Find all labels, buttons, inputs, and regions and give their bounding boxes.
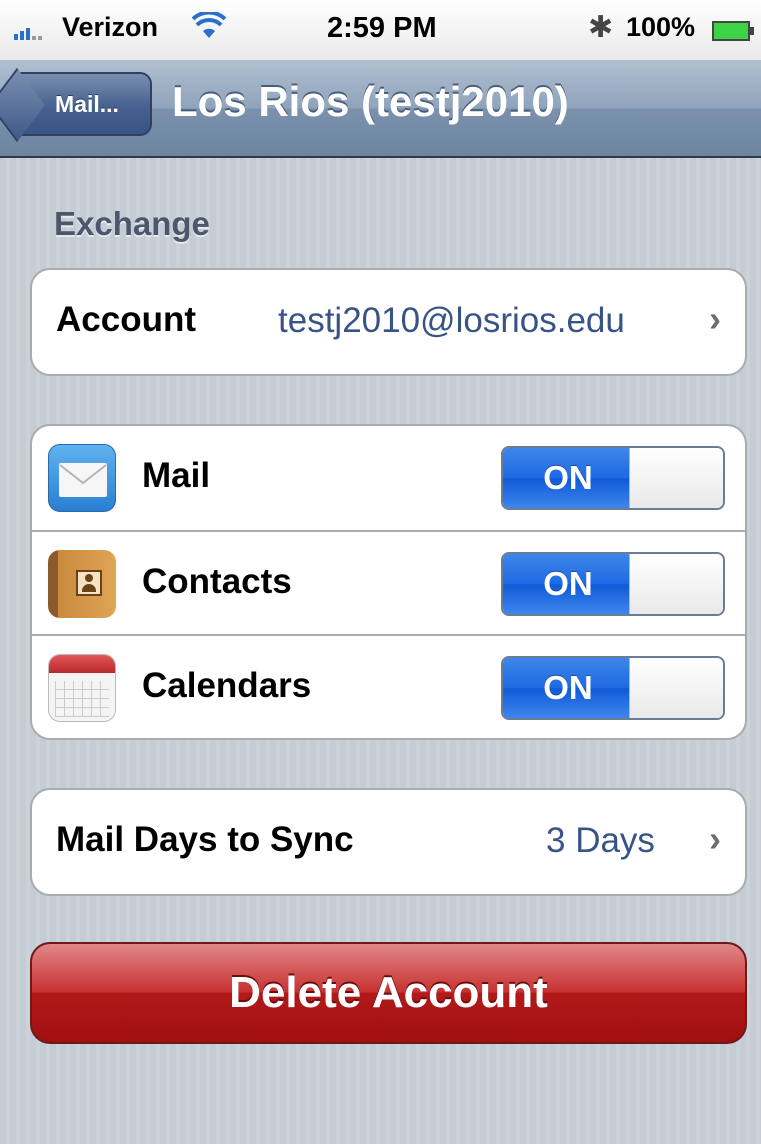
mail-toggle-knob (629, 448, 723, 508)
status-time: 2:59 PM (327, 12, 437, 44)
chevron-right-icon: › (709, 818, 721, 859)
calendars-toggle-knob (629, 658, 723, 718)
delete-account-button[interactable]: Delete Account (30, 942, 747, 1044)
back-button-label: Mail... (55, 90, 119, 117)
calendars-toggle[interactable]: ON (501, 656, 725, 720)
battery-tip (750, 27, 754, 35)
calendars-label: Calendars (142, 666, 312, 705)
contacts-toggle-knob (629, 554, 723, 614)
mail-days-label: Mail Days to Sync (56, 820, 354, 859)
contacts-toggle-state: ON (503, 554, 633, 614)
mail-icon (48, 444, 116, 512)
section-header: Exchange (54, 205, 210, 242)
battery-percent: 100% (626, 12, 696, 42)
mail-toggle[interactable]: ON (501, 446, 725, 510)
back-button[interactable]: Mail... (16, 72, 152, 136)
mail-label: Mail (142, 456, 211, 495)
calendars-toggle-row: Calendars ON (32, 634, 745, 738)
battery-icon (712, 21, 750, 41)
contacts-label: Contacts (142, 562, 292, 601)
contacts-icon (48, 550, 116, 618)
status-bar: Verizon 2:59 PM ✱ 100% (0, 0, 761, 60)
mail-days-value: 3 Days (546, 821, 655, 860)
mail-toggle-row: Mail ON (32, 426, 745, 530)
chevron-right-icon: › (709, 298, 721, 339)
account-value: testj2010@losrios.edu (278, 301, 625, 340)
calendar-icon (48, 654, 116, 722)
calendars-toggle-state: ON (503, 658, 633, 718)
sync-toggles-group: Mail ON Contacts ON Calendars ON (30, 424, 747, 740)
wifi-icon (191, 10, 227, 47)
account-label: Account (56, 300, 196, 339)
carrier-name: Verizon (62, 12, 159, 42)
contacts-toggle-row: Contacts ON (32, 530, 745, 634)
bluetooth-icon: ✱ (588, 11, 614, 44)
signal-bars-icon (14, 28, 42, 40)
mail-toggle-state: ON (503, 448, 633, 508)
mail-days-group: Mail Days to Sync 3 Days › (30, 788, 747, 896)
account-row[interactable]: Account testj2010@losrios.edu › (32, 270, 745, 374)
navigation-bar: Mail... Los Rios (testj2010) (0, 60, 761, 158)
page-title: Los Rios (testj2010) (172, 78, 569, 125)
account-group: Account testj2010@losrios.edu › (30, 268, 747, 376)
contacts-toggle[interactable]: ON (501, 552, 725, 616)
mail-days-row[interactable]: Mail Days to Sync 3 Days › (32, 790, 745, 894)
